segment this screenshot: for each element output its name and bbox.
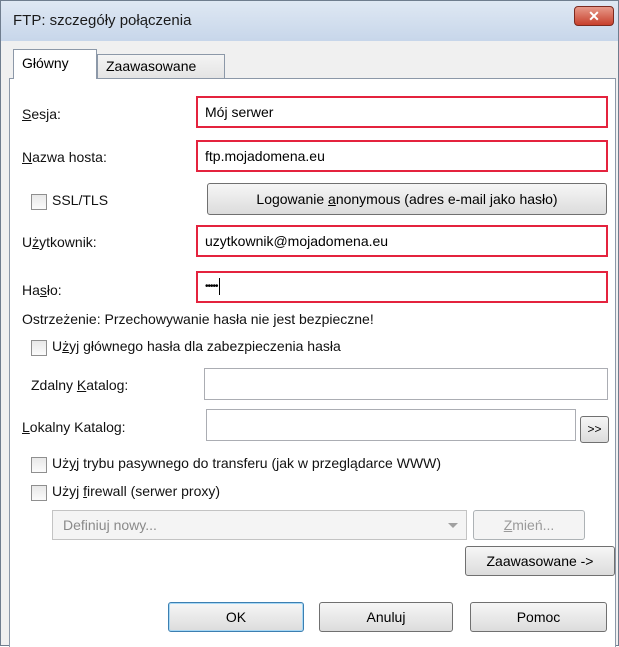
- title-bar[interactable]: FTP: szczegóły połączenia ✕: [1, 1, 618, 41]
- passive-mode-checkbox[interactable]: [31, 457, 47, 473]
- tab-panel-main: Sesja: Mój serwer Nazwa hosta: ftp.mojad…: [9, 78, 616, 647]
- cancel-button[interactable]: Anuluj: [319, 602, 453, 632]
- browse-local-dir-button[interactable]: >>: [580, 416, 609, 443]
- ssl-checkbox[interactable]: [31, 194, 47, 210]
- session-label: Sesja:: [22, 106, 61, 122]
- remote-dir-label: Zdalny Katalog:: [31, 377, 129, 393]
- remote-dir-input[interactable]: [204, 368, 608, 400]
- passive-mode-label: Użyj trybu pasywnego do transferu (jak w…: [52, 455, 442, 471]
- advanced-button[interactable]: Zaawasowane ->: [465, 546, 615, 576]
- proxy-select[interactable]: Definiuj nowy...: [52, 510, 467, 540]
- local-dir-label: Lokalny Katalog:: [22, 419, 126, 435]
- password-warning: Ostrzeżenie: Przechowywanie hasła nie je…: [22, 311, 374, 327]
- ssl-label: SSL/TLS: [52, 192, 109, 208]
- master-password-label: Użyj głównego hasła dla zabezpieczenia h…: [52, 338, 341, 354]
- close-button[interactable]: ✕: [574, 6, 614, 26]
- password-label: Hasło:: [22, 282, 62, 298]
- local-dir-input[interactable]: [206, 409, 576, 441]
- ok-button[interactable]: OK: [168, 602, 304, 632]
- window-title: FTP: szczegóły połączenia: [13, 12, 192, 29]
- proxy-select-value: Definiuj nowy...: [63, 517, 157, 533]
- password-input[interactable]: •••••: [196, 271, 608, 303]
- firewall-checkbox[interactable]: [31, 485, 47, 501]
- firewall-label: Użyj firewall (serwer proxy): [52, 483, 221, 499]
- ftp-connection-dialog: FTP: szczegóły połączenia ✕ Główny Zaawa…: [0, 0, 619, 647]
- tab-main[interactable]: Główny: [13, 49, 97, 79]
- chevron-down-icon: [448, 523, 458, 528]
- close-icon: ✕: [588, 8, 600, 24]
- host-label: Nazwa hosta:: [22, 149, 107, 165]
- master-password-checkbox[interactable]: [31, 340, 47, 356]
- anonymous-login-button[interactable]: Logowanie anonymous (adres e-mail jako h…: [207, 183, 607, 215]
- session-input[interactable]: Mój serwer: [196, 96, 608, 128]
- host-input[interactable]: ftp.mojadomena.eu: [196, 140, 608, 172]
- tab-advanced[interactable]: Zaawasowane: [97, 54, 225, 79]
- text-caret: [218, 277, 220, 295]
- change-proxy-button[interactable]: Zmień...: [473, 510, 585, 540]
- help-button[interactable]: Pomoc: [470, 602, 607, 632]
- user-label: Użytkownik:: [22, 234, 97, 250]
- user-input[interactable]: uzytkownik@mojadomena.eu: [196, 225, 608, 257]
